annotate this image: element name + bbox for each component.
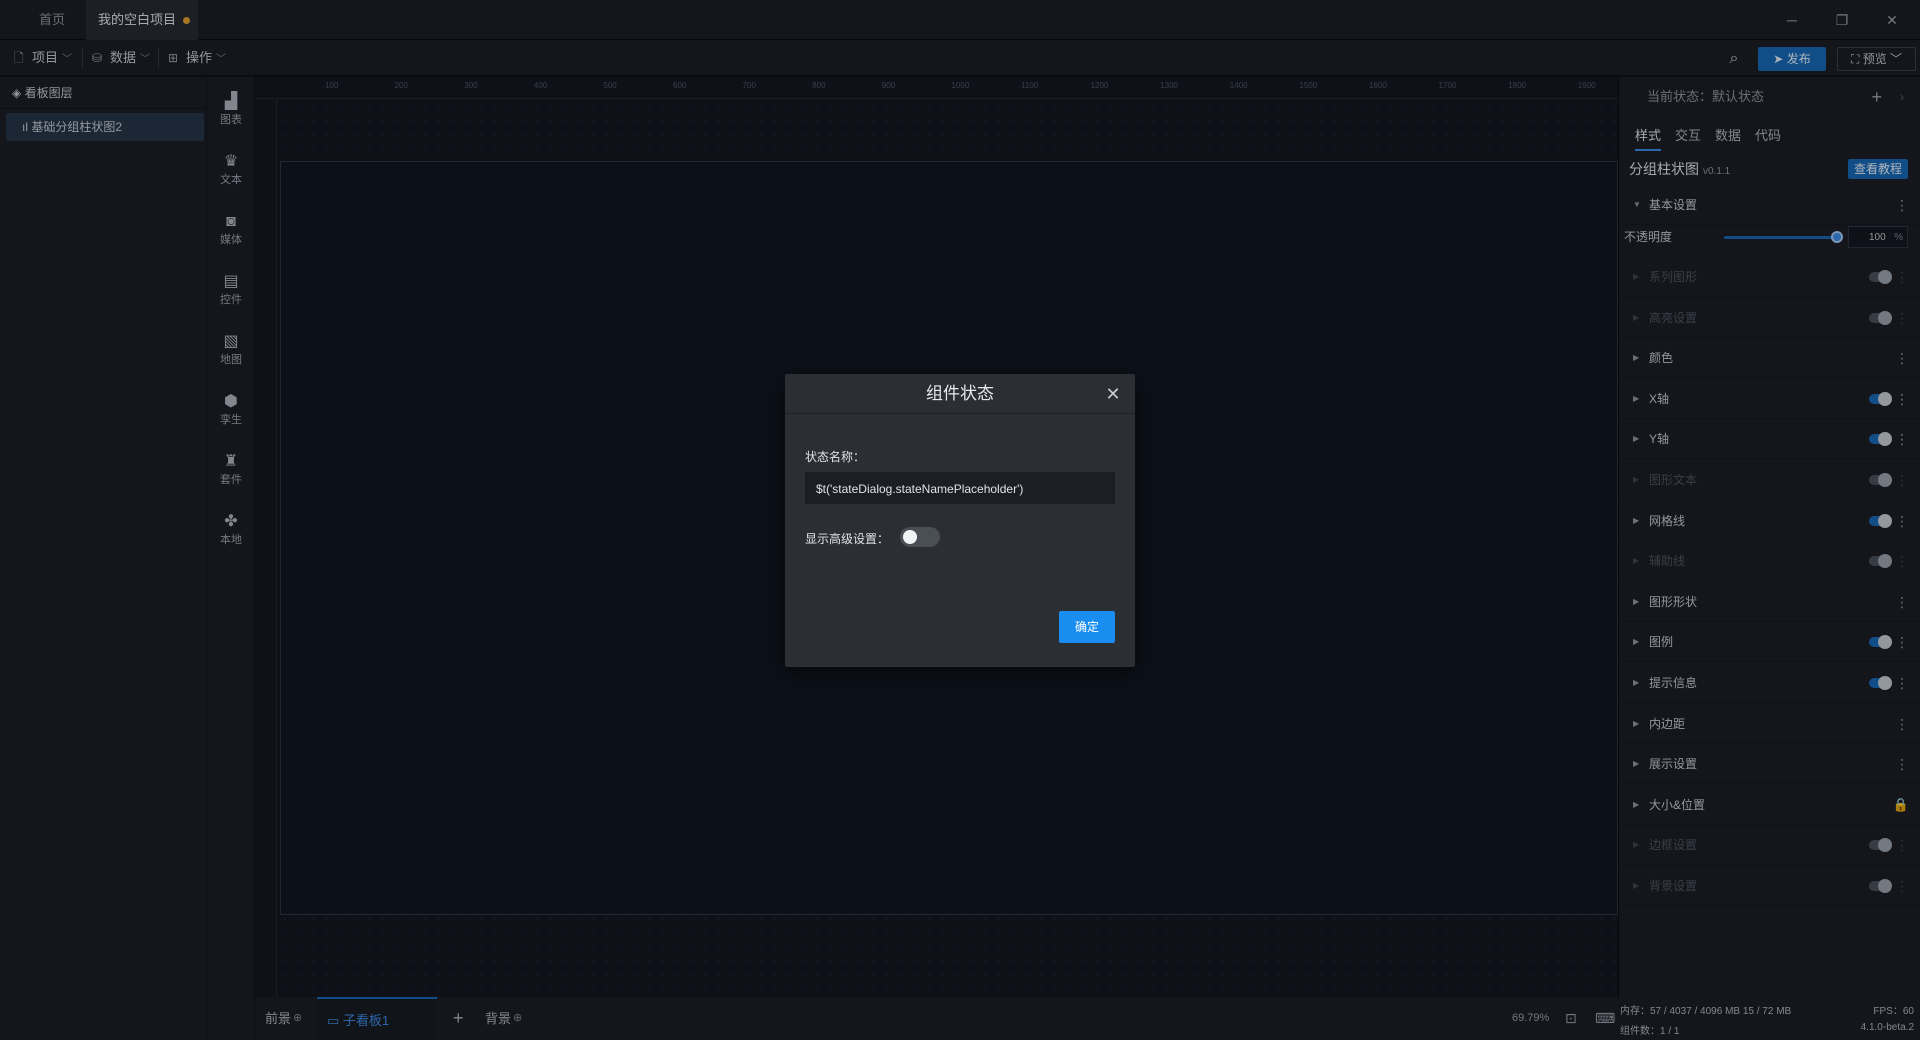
advanced-settings-label: 显示高级设置：	[805, 532, 890, 546]
confirm-button[interactable]: 确定	[1059, 611, 1115, 643]
advanced-settings-toggle[interactable]	[900, 527, 940, 547]
close-icon[interactable]: ✕	[1101, 382, 1125, 406]
dialog-header: 组件状态 ✕	[785, 374, 1135, 414]
state-name-label: 状态名称：	[805, 450, 866, 464]
dialog-title: 组件状态	[926, 384, 994, 403]
state-dialog: 组件状态 ✕ 状态名称： $t('stateDialog.stateNamePl…	[785, 374, 1135, 667]
state-name-input[interactable]: $t('stateDialog.stateNamePlaceholder')	[805, 472, 1115, 504]
